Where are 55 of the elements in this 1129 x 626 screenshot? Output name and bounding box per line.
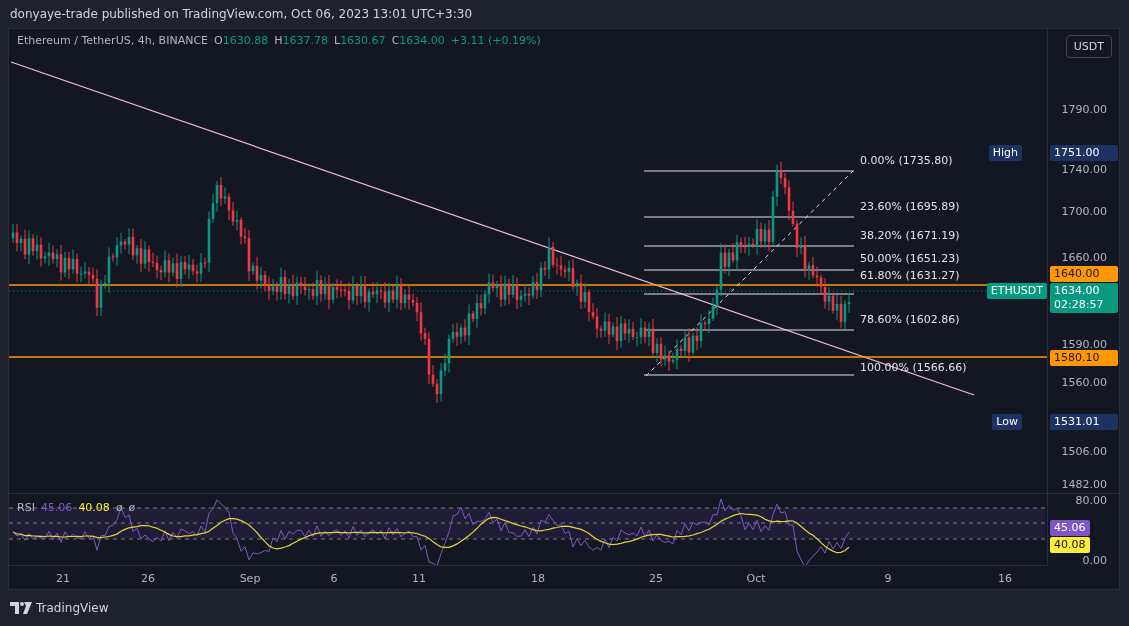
price-change: +3.11 (+0.19%)	[450, 34, 541, 47]
time-axis-label: 18	[531, 572, 545, 585]
symbol-title: Ethereum / TetherUS, 4h, BINANCE	[17, 34, 209, 47]
rsi-axis-label: 0.00	[1082, 554, 1107, 567]
rsi-hidden-value: ø	[115, 501, 123, 514]
price-badge: 1634.00 02:28:57	[1050, 283, 1118, 313]
rsi-value-badge: 40.08	[1050, 537, 1090, 553]
price-axis-label: 1590.00	[1061, 338, 1107, 351]
price-axis-label: 1660.00	[1061, 251, 1107, 264]
rsi-hidden-value: ø	[128, 501, 136, 514]
fib-level-label: 78.60% (1602.86)	[860, 313, 960, 326]
ohlc-value: 1630.67	[340, 34, 386, 47]
rsi-value-badge: 45.06	[1050, 520, 1090, 536]
extreme-label: Low	[992, 414, 1022, 430]
fib-level-label: 0.00% (1735.80)	[860, 154, 953, 167]
fib-level-label: 50.00% (1651.23)	[860, 252, 960, 265]
time-axis-label: 21	[56, 572, 70, 585]
ohlc-key: L	[334, 34, 341, 47]
time-axis-label: 26	[141, 572, 155, 585]
ohlc-key: C	[391, 34, 400, 47]
rsi-label: RSI	[17, 501, 35, 514]
time-axis-label: Oct	[746, 572, 766, 585]
symbol-badge: ETHUSDT	[986, 283, 1047, 299]
brand-name: TradingView	[36, 601, 109, 615]
ohlc-value: 1634.00	[399, 34, 445, 47]
currency-button[interactable]: USDT	[1065, 35, 1112, 58]
tradingview-logo-icon	[10, 602, 32, 614]
price-badge: 1640.00	[1050, 266, 1118, 282]
rsi-signal-value: 40.08	[78, 501, 110, 514]
publisher-caption: donyaye-trade published on TradingView.com, Oct 06, 2023 13:01 UTC+3:30	[9, 6, 474, 23]
time-axis-label: Sep	[239, 572, 261, 585]
time-axis-label: 16	[998, 572, 1012, 585]
price-badge: 1751.00	[1050, 145, 1118, 161]
time-axis-label: 9	[884, 572, 892, 585]
fib-level-label: 38.20% (1671.19)	[860, 229, 960, 242]
ohlc-key: H	[274, 34, 283, 47]
rsi-value: 45.06	[40, 501, 73, 514]
ohlc-value: 1637.78	[282, 34, 328, 47]
price-badge: 1580.10	[1050, 350, 1118, 366]
ohlc-key: O	[214, 34, 223, 47]
extreme-label: High	[988, 145, 1022, 161]
rsi-axis-label: 80.00	[1075, 494, 1107, 507]
time-axis-label: 11	[412, 572, 426, 585]
fib-level-label: 23.60% (1695.89)	[860, 200, 960, 213]
price-axis-label: 1790.00	[1061, 103, 1107, 116]
price-axis-label: 1506.00	[1061, 445, 1107, 458]
price-axis-label: 1482.00	[1061, 478, 1107, 491]
price-axis-label: 1560.00	[1061, 376, 1107, 389]
fib-level-label: 61.80% (1631.27)	[860, 269, 960, 282]
time-axis-label: 6	[330, 572, 338, 585]
time-axis-label: 25	[649, 572, 663, 585]
price-axis-label: 1740.00	[1061, 163, 1107, 176]
ohlc-value: 1630.88	[222, 34, 269, 47]
price-badge: 1531.01	[1050, 414, 1118, 430]
price-axis-label: 1700.00	[1061, 205, 1107, 218]
